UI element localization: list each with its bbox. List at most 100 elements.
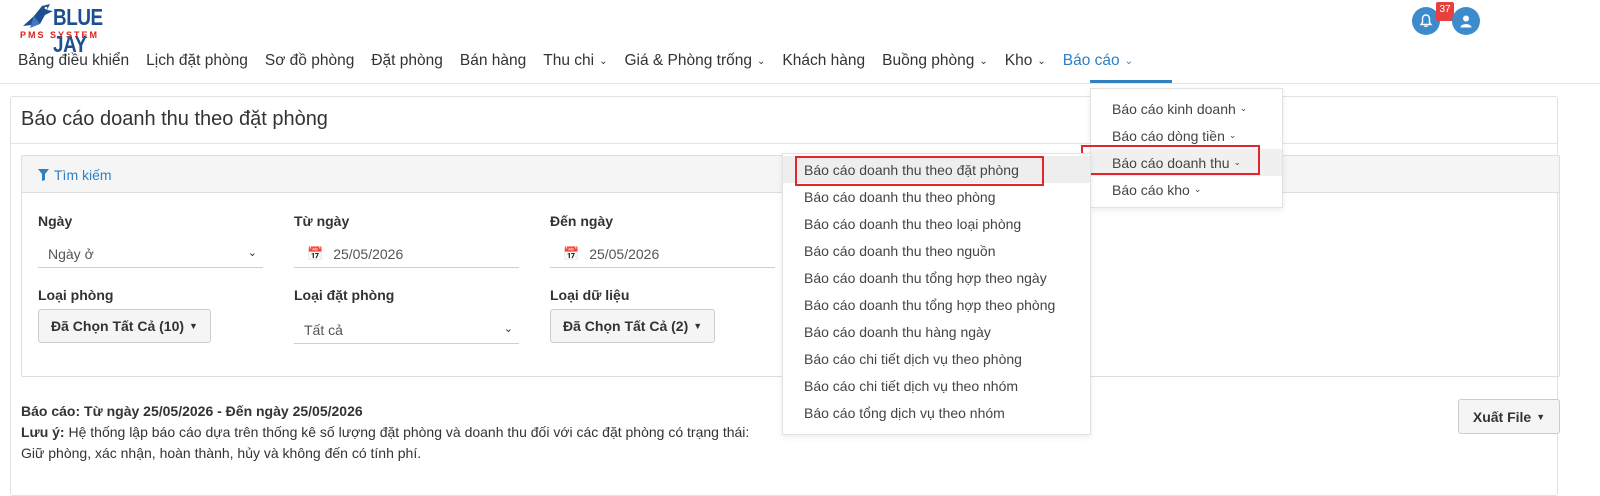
to-date-field[interactable]: 📅 25/05/2026 [550, 240, 775, 268]
submenu-item-service-detail-by-group[interactable]: Báo cáo chi tiết dịch vụ theo nhóm [783, 372, 1090, 399]
submenu-item-label: Báo cáo doanh thu theo phòng [804, 188, 996, 205]
submenu-item-label: Báo cáo doanh thu tổng hợp theo ngày [804, 269, 1047, 286]
from-date-field[interactable]: 📅 25/05/2026 [294, 240, 519, 268]
nav-label: Kho [1004, 52, 1033, 69]
brand-logo[interactable]: BLUE JAY PMS SYSTEM [20, 2, 130, 57]
chevron-down-icon: ⌄ [1228, 130, 1237, 140]
room-type-label: Loại phòng [38, 287, 114, 303]
search-title-text: Tìm kiếm [54, 167, 112, 183]
chevron-down-icon: ⌄ [1037, 55, 1046, 67]
chevron-down-icon: ⌄ [1239, 103, 1248, 113]
submenu-item-daily-revenue[interactable]: Báo cáo doanh thu hàng ngày [783, 318, 1090, 345]
nav-label: Lịch đặt phòng [146, 52, 248, 69]
booking-type-value: Tất cả [304, 321, 343, 338]
highlight-box [1081, 145, 1260, 175]
chevron-down-icon: ⌄ [979, 55, 988, 67]
nav-label: Bảng điều khiển [18, 52, 130, 69]
nav-room-map[interactable]: Sơ đồ phòng [265, 52, 354, 70]
nav-active-indicator [1090, 80, 1172, 83]
submenu-item-service-total-by-group[interactable]: Báo cáo tổng dịch vụ theo nhóm [783, 399, 1090, 426]
chevron-down-icon: ⌄ [1193, 184, 1202, 194]
chevron-down-icon: ⌄ [247, 247, 257, 259]
submenu-item-revenue-by-room-type[interactable]: Báo cáo doanh thu theo loại phòng [783, 210, 1090, 237]
menu-item-label: Báo cáo kinh doanh [1112, 100, 1236, 117]
nav-bookings[interactable]: Đặt phòng [371, 52, 443, 70]
nav-label: Sơ đồ phòng [264, 52, 355, 69]
nav-label: Giá & Phòng trống [624, 52, 753, 69]
export-label: Xuất File [1472, 408, 1532, 425]
nav-reports[interactable]: Báo cáo ⌄ [1063, 52, 1133, 70]
submenu-item-revenue-by-source[interactable]: Báo cáo doanh thu theo nguồn [783, 237, 1090, 264]
main-nav: Bảng điều khiển Lịch đặt phòng Sơ đồ phò… [18, 52, 1150, 70]
menu-item-inventory-report[interactable]: Báo cáo kho ⌄ [1091, 176, 1282, 203]
user-icon [1460, 15, 1472, 28]
bluejay-logo-icon [23, 4, 53, 28]
user-menu-button[interactable] [1452, 7, 1480, 35]
revenue-submenu: Báo cáo doanh thu theo đặt phòng Báo cáo… [782, 153, 1091, 435]
page-title: Báo cáo doanh thu theo đặt phòng [21, 108, 328, 130]
caret-down-icon: ▼ [189, 321, 198, 331]
nav-inventory[interactable]: Kho ⌄ [1005, 52, 1046, 70]
nav-rates-availability[interactable]: Giá & Phòng trống ⌄ [624, 52, 765, 70]
data-type-label: Loại dữ liệu [550, 287, 630, 303]
caret-down-icon: ▼ [693, 321, 703, 331]
nav-housekeeping[interactable]: Buồng phòng ⌄ [882, 52, 988, 70]
date-type-select[interactable]: Ngày ở ⌄ [38, 240, 263, 268]
to-date-value: 25/05/2026 [589, 245, 660, 262]
nav-booking-calendar[interactable]: Lịch đặt phòng [146, 52, 248, 70]
nav-label: Thu chi [543, 52, 595, 69]
report-note: Lưu ý: Hệ thống lập báo cáo dựa trên thố… [21, 424, 749, 440]
booking-type-select[interactable]: Tất cả ⌄ [294, 316, 519, 344]
nav-sales[interactable]: Bán hàng [460, 52, 526, 70]
calendar-icon: 📅 [307, 245, 324, 261]
chevron-down-icon: ⌄ [599, 55, 608, 67]
note-label: Lưu ý: [21, 424, 65, 440]
chevron-down-icon: ⌄ [503, 323, 513, 335]
submenu-item-label: Báo cáo doanh thu hàng ngày [804, 323, 991, 340]
nav-dashboard[interactable]: Bảng điều khiển [18, 52, 129, 70]
export-file-button[interactable]: Xuất File ▼ [1458, 399, 1560, 434]
submenu-item-label: Báo cáo chi tiết dịch vụ theo phòng [804, 350, 1022, 367]
date-type-value: Ngày ở [48, 245, 94, 262]
brand-subtitle: PMS SYSTEM [20, 30, 100, 40]
nav-label: Buồng phòng [882, 52, 975, 69]
submenu-item-service-detail-by-room[interactable]: Báo cáo chi tiết dịch vụ theo phòng [783, 345, 1090, 372]
from-date-label: Từ ngày [294, 213, 350, 229]
submenu-item-revenue-summary-by-room[interactable]: Báo cáo doanh thu tổng hợp theo phòng [783, 291, 1090, 318]
nav-label: Bán hàng [459, 52, 527, 69]
filter-icon [38, 169, 49, 181]
booking-type-label: Loại đặt phòng [294, 287, 395, 303]
room-type-multiselect[interactable]: Đã Chọn Tất Cả (10) ▼ [38, 309, 211, 343]
nav-income-expense[interactable]: Thu chi ⌄ [543, 52, 607, 70]
menu-item-label: Báo cáo dòng tiền [1112, 127, 1225, 144]
data-type-multiselect[interactable]: Đã Chọn Tất Cả (2) ▼ [550, 309, 716, 343]
top-bar: BLUE JAY PMS SYSTEM 37 Bảng điều khiển L… [0, 0, 1600, 84]
chevron-down-icon: ⌄ [1124, 55, 1134, 67]
data-type-value: Đã Chọn Tất Cả (2) [563, 318, 689, 334]
report-range: Báo cáo: Từ ngày 25/05/2026 - Đến ngày 2… [21, 403, 363, 419]
submenu-item-label: Báo cáo doanh thu tổng hợp theo phòng [804, 296, 1056, 313]
title-divider [11, 143, 1557, 144]
nav-label: Đặt phòng [371, 52, 443, 69]
menu-item-business-report[interactable]: Báo cáo kinh doanh ⌄ [1091, 95, 1282, 122]
submenu-item-revenue-summary-by-day[interactable]: Báo cáo doanh thu tổng hợp theo ngày [783, 264, 1090, 291]
date-type-label: Ngày [38, 213, 73, 229]
menu-item-label: Báo cáo kho [1112, 181, 1190, 198]
nav-label: Khách hàng [782, 52, 866, 69]
bell-icon [1419, 14, 1433, 28]
from-date-value: 25/05/2026 [333, 245, 404, 262]
note-text: Hệ thống lập báo cáo dựa trên thống kê s… [64, 424, 750, 440]
nav-label: Báo cáo [1062, 52, 1120, 69]
to-date-label: Đến ngày [550, 213, 614, 229]
nav-customers[interactable]: Khách hàng [782, 52, 865, 70]
submenu-item-label: Báo cáo doanh thu theo nguồn [804, 242, 996, 259]
search-panel-title[interactable]: Tìm kiếm [38, 167, 112, 183]
submenu-item-label: Báo cáo doanh thu theo loại phòng [804, 215, 1022, 232]
caret-down-icon: ▼ [1536, 411, 1546, 422]
submenu-item-label: Báo cáo tổng dịch vụ theo nhóm [804, 404, 1005, 421]
calendar-icon: 📅 [563, 245, 580, 261]
report-note-statuses: Giữ phòng, xác nhận, hoàn thành, hủy và … [21, 445, 422, 461]
highlight-box [795, 156, 1044, 186]
submenu-item-label: Báo cáo chi tiết dịch vụ theo nhóm [804, 377, 1019, 394]
submenu-item-revenue-by-room[interactable]: Báo cáo doanh thu theo phòng [783, 183, 1090, 210]
